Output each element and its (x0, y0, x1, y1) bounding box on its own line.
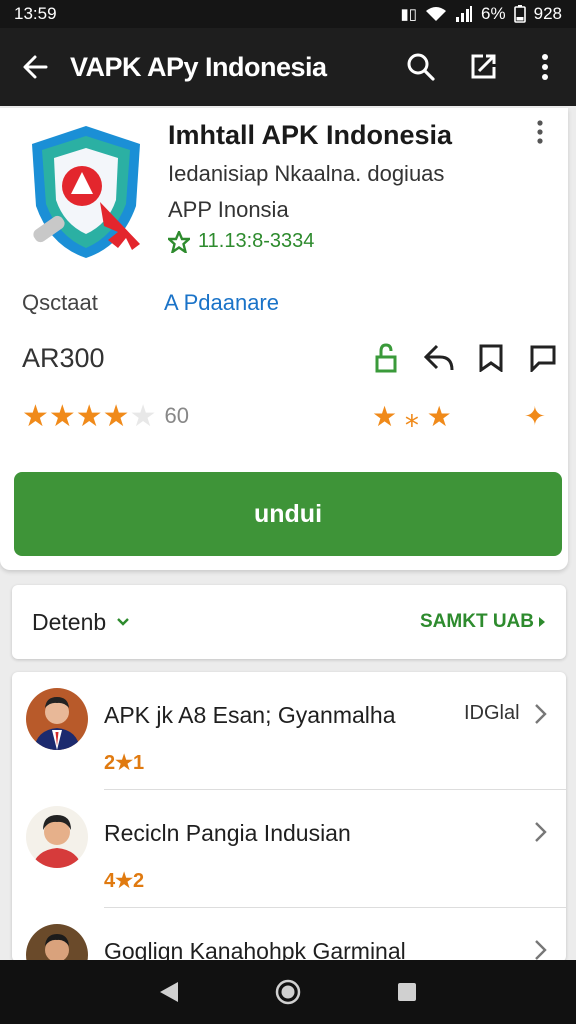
arrow-left-icon (23, 55, 48, 79)
avatar (26, 688, 88, 750)
list-item[interactable]: Goglign Kanahohpk Garminal (12, 908, 566, 962)
app-size: AR300 (22, 342, 105, 373)
signal-icon (456, 6, 473, 22)
nav-back-button[interactable] (153, 976, 185, 1008)
system-nav-bar (0, 960, 576, 1024)
status-bar: 13:59 ▮▯ 6% 928 (0, 0, 576, 28)
secure-button[interactable] (372, 343, 402, 373)
home-circle-icon (275, 979, 301, 1005)
more-vert-icon (542, 54, 548, 80)
filter-dropdown[interactable]: Detenb (32, 609, 130, 636)
star-badge-icon (168, 230, 190, 253)
app-description-line: APP Inonsia (168, 197, 289, 222)
nav-recents-button[interactable] (391, 976, 423, 1008)
list-item[interactable]: Recicln Pangia Indusian 4★2 (12, 790, 566, 908)
see-all-label: SAMKT UAB (420, 611, 534, 632)
share-button[interactable] (424, 343, 454, 373)
app-shield-icon (32, 126, 140, 258)
overflow-menu-button[interactable] (514, 28, 576, 106)
chevron-down-icon (117, 618, 130, 626)
app-meta: 11.13:8-3334 (168, 230, 314, 253)
app-description: Iedanisiap Nkaalna. dogiuas APP Inonsia (168, 156, 444, 228)
category-label: Qsctaat (22, 290, 98, 315)
list-item-title: Recicln Pangia Indusian (104, 820, 351, 846)
lock-icon (375, 343, 397, 373)
wifi-icon (426, 7, 447, 21)
back-button[interactable] (0, 28, 70, 106)
chevron-right-icon (535, 704, 547, 724)
triangle-right-icon (539, 617, 545, 627)
list-item-title: APK jk A8 Esan; Gyanmalha (104, 702, 396, 728)
vibrate-icon: ▮▯ (400, 6, 418, 23)
more-vert-icon (537, 120, 543, 144)
list-item[interactable]: APK jk A8 Esan; Gyanmalha IDGlal 2★1 (12, 672, 566, 790)
share-edit-icon (471, 54, 496, 79)
search-button[interactable] (390, 28, 452, 106)
star-icon: ★★★★ (22, 399, 130, 433)
size-row: AR300 (22, 340, 558, 376)
list-item-title: Goglign Kanahohpk Garminal (104, 938, 406, 962)
bookmark-button[interactable] (476, 343, 506, 373)
list-item-rating: 4★2 (104, 870, 145, 892)
triangle-back-icon (160, 982, 179, 1002)
star-empty-icon: ★ (129, 399, 157, 433)
card-overflow-button[interactable] (526, 120, 554, 148)
see-all-link[interactable]: SAMKT UAB (420, 611, 546, 633)
download-button[interactable]: undui (14, 472, 562, 556)
share-button[interactable] (452, 28, 514, 106)
chevron-right-icon (535, 940, 547, 960)
list-item-rating: 2★1 (104, 752, 145, 774)
category-link[interactable]: A Pdaanare (164, 290, 279, 316)
app-meta-text: 11.13:8-3334 (198, 230, 315, 252)
rating-stars: ★★★★★ (22, 399, 156, 434)
app-detail-card: Imhtall APK Indonesia Iedanisiap Nkaalna… (0, 108, 568, 570)
status-signal-text: 928 (533, 4, 562, 23)
star-icon: ★ ⁎ ★ (372, 400, 452, 432)
chevron-right-icon (535, 822, 547, 842)
category-row: Qsctaat A Pdaanare (22, 286, 552, 320)
app-name: Imhtall APK Indonesia (168, 120, 453, 150)
battery-percent: 6% (481, 4, 506, 23)
bookmark-icon (479, 344, 503, 372)
app-bar-title: VAPK APy Indonesia (70, 51, 327, 82)
rating-row: ★★★★★ 60 ★ ⁎ ★ ✦ (22, 398, 558, 434)
avatar (26, 924, 88, 962)
avatar (26, 806, 88, 868)
app-description-line: Iedanisiap Nkaalna. dogiuas (168, 161, 445, 186)
nav-home-button[interactable] (272, 976, 304, 1008)
status-time: 13:59 (14, 4, 57, 23)
reply-arrow-icon (424, 344, 454, 371)
comment-button[interactable] (528, 343, 558, 373)
filter-selected: Detenb (32, 608, 107, 635)
app-bar: VAPK APy Indonesia (0, 28, 576, 106)
list-item-badge: IDGlal (464, 702, 520, 724)
status-icons: ▮▯ 6% 928 (401, 4, 562, 24)
filter-bar: Detenb SAMKT UAB (12, 585, 566, 659)
review-list: APK jk A8 Esan; Gyanmalha IDGlal 2★1 Rec… (12, 672, 566, 962)
rating-count: 60 (164, 403, 189, 428)
search-icon (407, 53, 435, 81)
star-icon: ✦ (524, 400, 546, 431)
battery-icon (513, 5, 526, 23)
square-recents-icon (397, 983, 416, 1001)
comment-icon (530, 345, 556, 372)
